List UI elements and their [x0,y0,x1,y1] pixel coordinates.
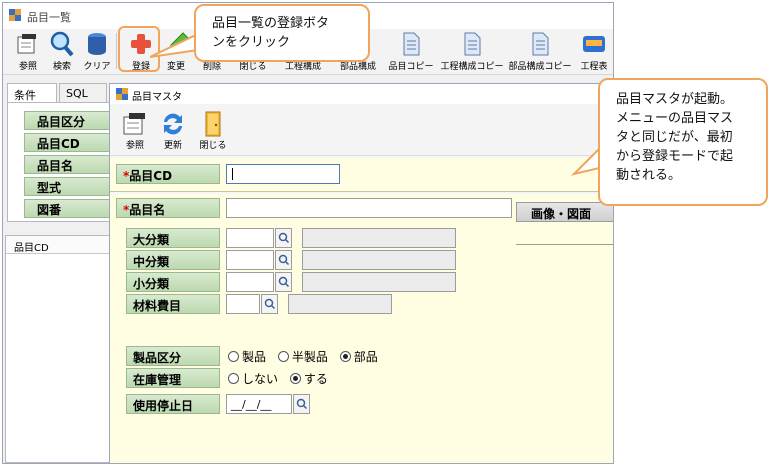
middle-class-lookup[interactable] [275,250,292,270]
product-class-radios: 製品 半製品 部品 [228,348,386,365]
parts-copy-button[interactable]: 部品構成コピー [507,31,573,73]
cond-item-class: 品目区分 [24,111,112,130]
stock-mgmt-radios: しない する [228,370,336,387]
table-icon [583,36,605,52]
callout-register: 品目一覧の登録ボタ ンをクリック [194,4,370,62]
process-copy-button[interactable]: 工程構成コピー [439,31,505,73]
process-table-button[interactable]: 工程表 [575,31,613,73]
item-copy-button[interactable]: 品目コピー [385,31,437,73]
small-class-input[interactable] [226,272,274,292]
search-icon [264,298,276,310]
inner-ref-button[interactable]: 参照 [118,110,152,151]
stock-mgmt-label: 在庫管理 [126,368,220,388]
small-class-label: 小分類 [126,272,220,292]
middle-class-input[interactable] [226,250,274,270]
radio-part[interactable]: 部品 [339,350,378,364]
small-class-name [302,272,456,292]
large-class-input[interactable] [226,228,274,248]
stop-date-input[interactable]: __/__/__ [226,394,292,414]
material-cost-input[interactable] [226,294,260,314]
item-master-window: 品目マスタ 参照 更新 閉じる *品目CD *品目名 大分類 中分類 小分類 材… [109,83,613,463]
radio-no[interactable]: しない [228,372,278,386]
search-icon [278,232,290,244]
cond-item-name: 品目名 [24,155,112,174]
inner-toolbar: 参照 更新 閉じる [110,104,613,156]
radio-yes[interactable]: する [289,372,328,386]
middle-class-name [302,250,456,270]
reference-icon [17,34,36,54]
radio-product[interactable]: 製品 [228,350,266,364]
condition-tabs: 条件 SQL [7,83,111,103]
app-icon [9,9,21,21]
item-detail-pane: *品目名 大分類 中分類 小分類 材料費目 製品区分 製品 半製品 部品 在庫管… [110,194,613,463]
item-name-input[interactable] [226,198,512,218]
stop-date-label: 使用停止日 [126,394,220,414]
inner-update-button[interactable]: 更新 [156,110,190,151]
large-class-lookup[interactable] [275,228,292,248]
image-drawing-header: 画像・図面 [516,202,613,222]
calendar-lookup[interactable] [293,394,310,414]
item-name-label: *品目名 [116,198,220,218]
tab-condition[interactable]: 条件 [7,83,57,103]
item-cd-pane: *品目CD [110,158,613,192]
radio-circle-selected [339,351,351,362]
small-class-lookup[interactable] [275,272,292,292]
large-class-name [302,228,456,248]
item-cd-input[interactable] [226,164,340,184]
inner-close-button[interactable]: 閉じる [196,110,230,151]
large-class-label: 大分類 [126,228,220,248]
database-icon [88,33,106,55]
window-title: 品目一覧 [27,11,71,24]
material-cost-name [288,294,392,314]
middle-class-label: 中分類 [126,250,220,270]
document-icon [532,32,549,56]
refresh-icon [164,113,182,135]
search-icon [278,254,290,266]
search-icon [296,398,308,410]
condition-panel: 品目区分 品目CD 品目名 型式 図番 [7,102,112,222]
radio-semi-product[interactable]: 半製品 [277,350,328,364]
grid-header-item-cd[interactable]: 品目CD [6,236,110,254]
search-icon [50,31,74,57]
tab-sql[interactable]: SQL [59,83,107,103]
product-class-label: 製品区分 [126,346,220,366]
cond-drawing-no: 図番 [24,199,112,218]
reference-icon [123,113,145,135]
material-cost-label: 材料費目 [126,294,220,314]
item-grid[interactable]: 品目CD [5,235,111,463]
item-cd-label: *品目CD [116,164,220,184]
radio-circle [228,373,239,384]
document-icon [403,32,420,56]
text-caret [232,168,233,180]
inner-window-title: 品目マスタ [132,92,182,103]
callout-item-master: 品目マスタが起動。 メニューの品目マス タと同じだが、最初 から登録モードで起 … [598,78,768,206]
ref-button[interactable]: 参照 [11,31,45,73]
search-button[interactable]: 検索 [47,31,77,73]
search-icon [278,276,290,288]
radio-circle [228,351,239,362]
item-list-window: 品目一覧 参照 検索 クリア 登録 変更 削除 閉じる 工程構成 部品構成 品目… [2,2,614,464]
radio-circle-selected [289,373,301,384]
app-icon [116,88,128,100]
document-icon [464,32,481,56]
clear-button[interactable]: クリア [81,31,113,73]
cond-item-cd: 品目CD [24,133,112,152]
material-cost-lookup[interactable] [261,294,278,314]
cond-model: 型式 [24,177,112,196]
door-icon [205,111,221,137]
image-divider [516,244,613,245]
radio-circle [277,351,289,362]
toolbar-separator [116,33,117,69]
inner-title-bar: 品目マスタ [110,84,613,104]
